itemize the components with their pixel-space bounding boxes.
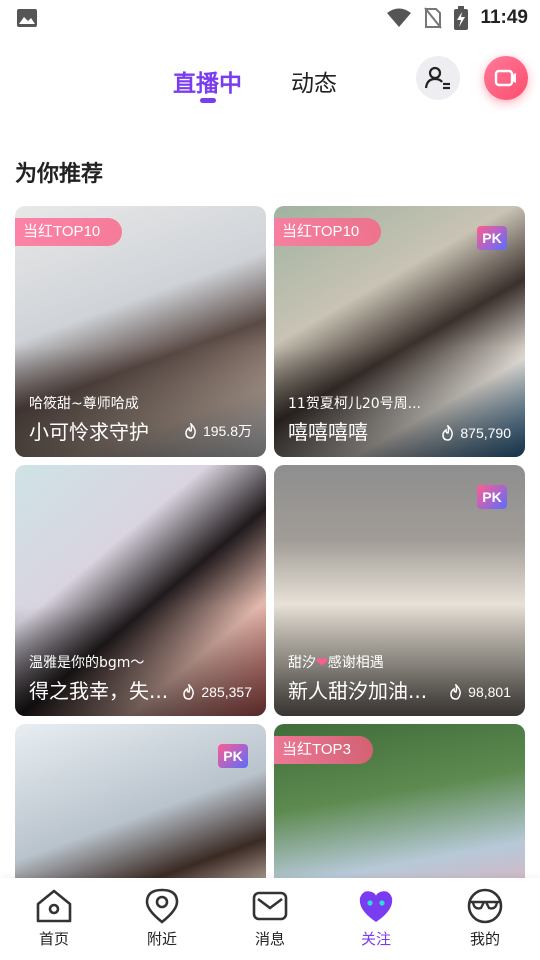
video-camera-icon bbox=[494, 69, 516, 87]
room-title: 嘻嘻嘻嘻 bbox=[288, 420, 368, 444]
rank-badge: 当红TOP3 bbox=[274, 736, 373, 764]
rank-badge: 当红TOP10 bbox=[274, 218, 382, 246]
heart-face-icon bbox=[359, 891, 393, 922]
bottom-navigation: 首页 附近 消息 关注 我的 bbox=[0, 878, 540, 960]
room-title: 小可怜求守护 bbox=[29, 420, 149, 444]
nav-messages[interactable]: 消息 bbox=[230, 888, 310, 949]
heart-icon: ❤ bbox=[316, 655, 328, 671]
section-title: 为你推荐 bbox=[15, 162, 104, 187]
room-title: 新人甜汐加油... bbox=[288, 679, 428, 703]
viewer-count: 98,801 bbox=[448, 684, 511, 700]
location-pin-icon bbox=[145, 888, 179, 924]
mail-icon bbox=[252, 891, 288, 921]
tab-feed[interactable]: 动态 bbox=[291, 64, 337, 98]
fire-icon bbox=[185, 423, 196, 439]
live-room-card[interactable]: PK bbox=[15, 724, 266, 878]
user-list-icon bbox=[424, 66, 450, 90]
pk-badge: PK bbox=[218, 744, 248, 768]
nav-profile[interactable]: 我的 bbox=[445, 888, 525, 949]
viewer-count: 195.8万 bbox=[183, 421, 252, 441]
user-list-button[interactable] bbox=[416, 56, 460, 100]
viewer-count: 875,790 bbox=[440, 425, 511, 441]
fire-icon bbox=[450, 684, 462, 700]
live-room-card[interactable]: PK 甜汐❤感谢相遇 新人甜汐加油... 98,801 bbox=[274, 465, 525, 716]
nav-home[interactable]: 首页 bbox=[14, 888, 94, 949]
viewer-count: 285,357 bbox=[181, 684, 252, 700]
pk-badge: PK bbox=[477, 226, 507, 250]
live-room-card[interactable]: 当红TOP10 哈筱甜~尊师哈成 小可怜求守护 195.8万 bbox=[15, 206, 266, 457]
status-bar: 11:49 bbox=[0, 0, 540, 38]
pk-badge: PK bbox=[477, 485, 507, 509]
home-icon bbox=[36, 889, 72, 923]
glasses-face-icon bbox=[467, 888, 503, 924]
anchor-name: 哈筱甜~尊师哈成 bbox=[29, 396, 139, 412]
room-title: 得之我幸，失... bbox=[29, 679, 169, 703]
tab-indicator bbox=[200, 98, 216, 103]
tab-live[interactable]: 直播中 bbox=[173, 64, 242, 98]
live-room-grid: 当红TOP10 哈筱甜~尊师哈成 小可怜求守护 195.8万 当红TOP10 P… bbox=[15, 206, 525, 878]
clock: 11:49 bbox=[480, 7, 528, 28]
anchor-name: 甜汐❤感谢相遇 bbox=[288, 655, 384, 671]
image-icon bbox=[17, 9, 37, 27]
live-room-card[interactable]: 温雅是你的bgm〜 得之我幸，失... 285,357 bbox=[15, 465, 266, 716]
fire-icon bbox=[442, 425, 454, 441]
wifi-icon bbox=[387, 8, 412, 27]
top-header: 直播中 动态 bbox=[0, 52, 540, 116]
start-live-button[interactable] bbox=[484, 56, 528, 100]
nav-following[interactable]: 关注 bbox=[336, 888, 416, 949]
fire-icon bbox=[183, 684, 195, 700]
nav-nearby[interactable]: 附近 bbox=[122, 888, 202, 949]
live-room-card[interactable]: 当红TOP10 PK 11贺夏柯儿20号周... 嘻嘻嘻嘻 875,790 bbox=[274, 206, 525, 457]
battery-charging-icon bbox=[454, 6, 469, 30]
anchor-name: 11贺夏柯儿20号周... bbox=[288, 396, 421, 412]
rank-badge: 当红TOP10 bbox=[15, 218, 123, 246]
no-sim-icon bbox=[424, 7, 443, 29]
live-room-card[interactable]: 当红TOP3 bbox=[274, 724, 525, 878]
anchor-name: 温雅是你的bgm〜 bbox=[29, 655, 145, 671]
